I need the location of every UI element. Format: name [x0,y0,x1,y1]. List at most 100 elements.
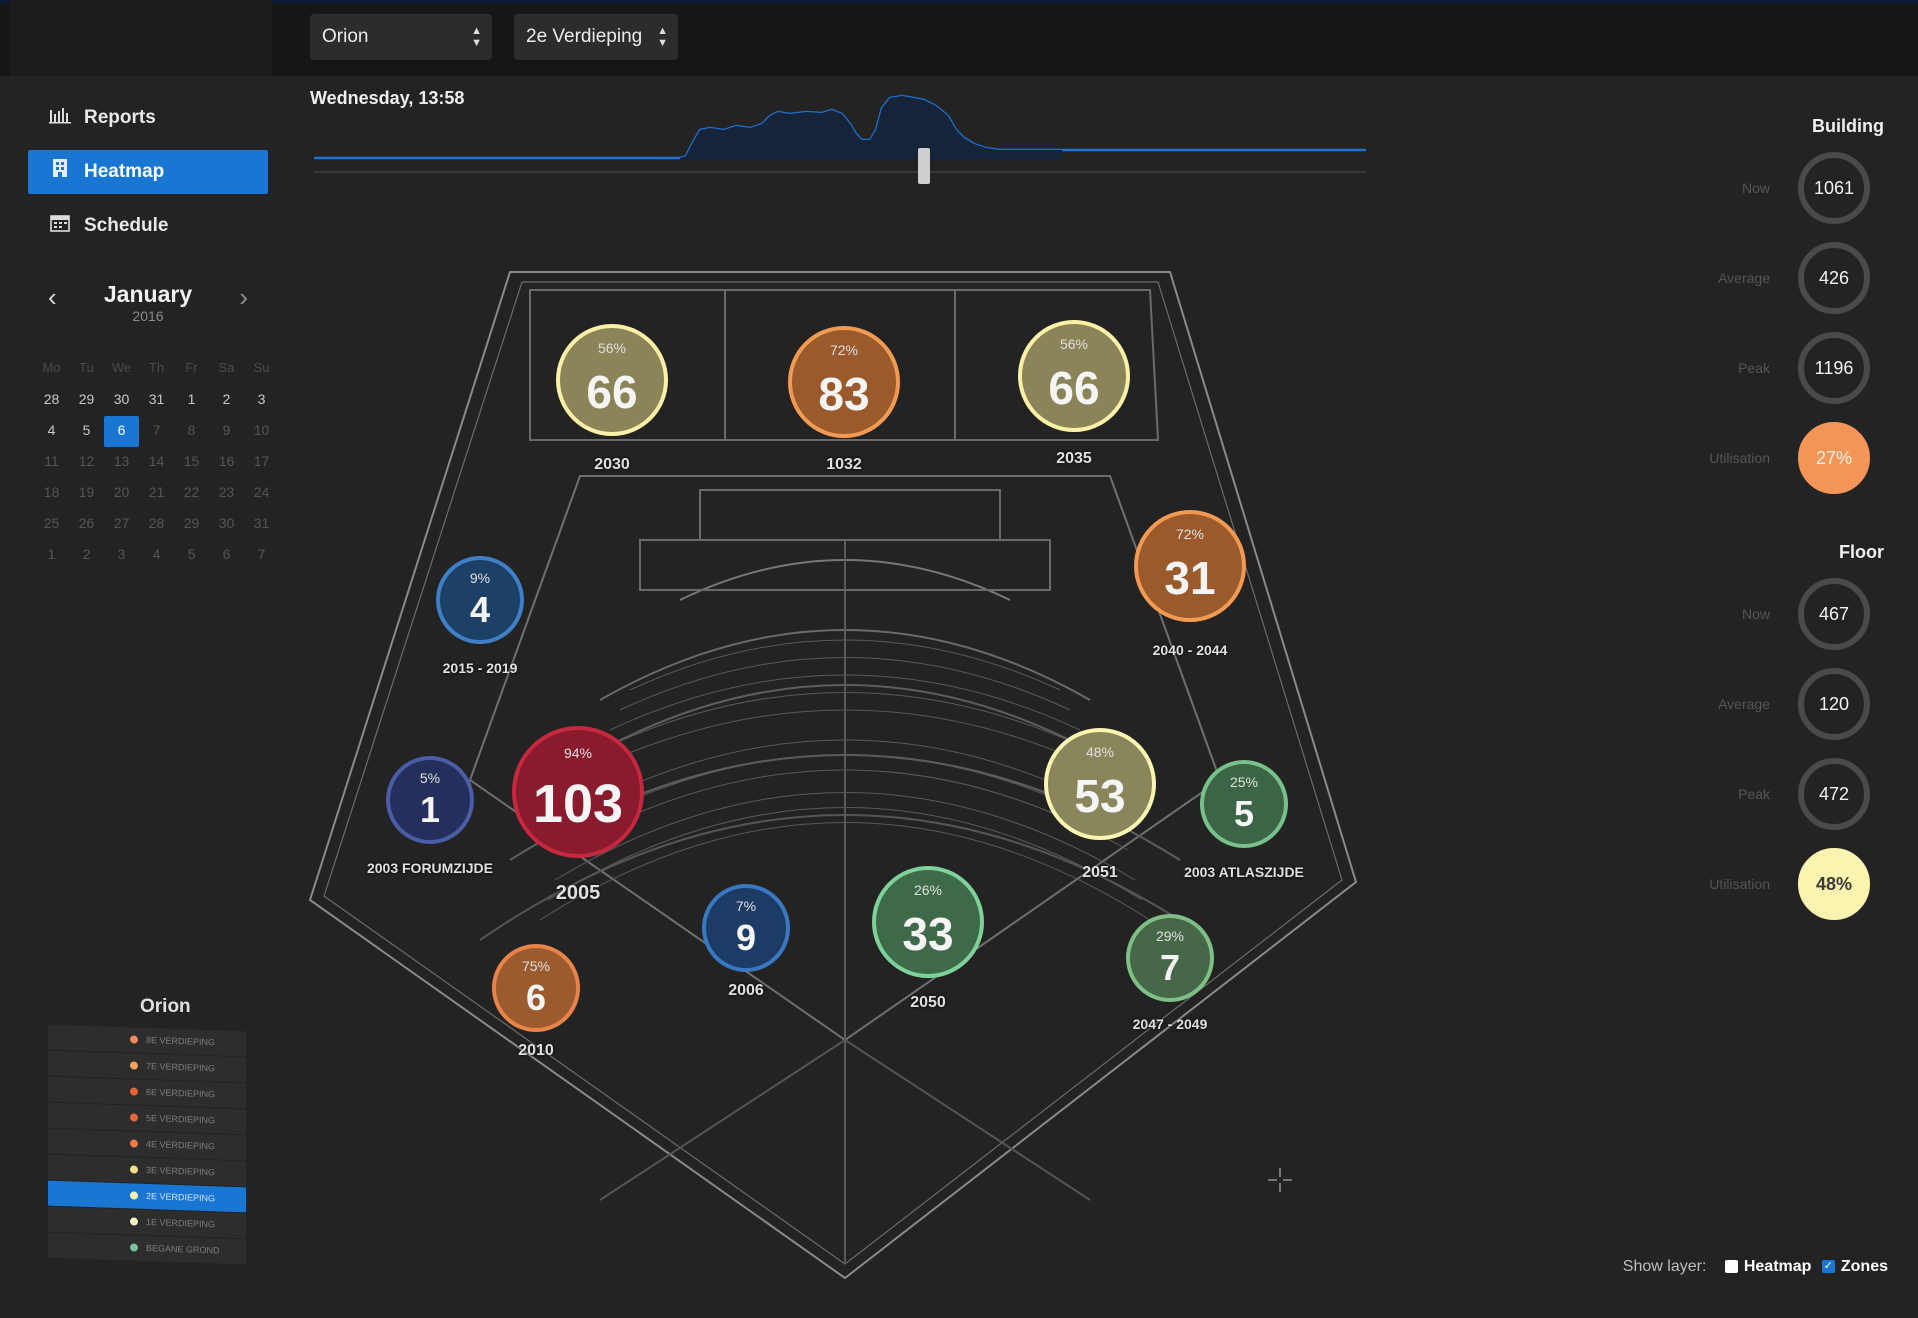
nav-item-reports[interactable]: Reports [28,96,268,140]
calendar-day[interactable]: 3 [244,385,279,416]
calendar-day[interactable]: 23 [209,478,244,509]
zone-count: 31 [1164,552,1216,604]
calendar-day[interactable]: 30 [209,509,244,540]
zones-layer-label[interactable]: Zones [1841,1258,1888,1275]
chevron-left-icon[interactable]: ‹ [48,282,57,313]
zone-count: 83 [818,368,870,420]
calendar-day[interactable]: 22 [174,478,209,509]
zone-bubble[interactable]: 26% 33 [872,866,984,978]
calendar-day[interactable]: 31 [139,385,174,416]
calendar-day[interactable]: 29 [69,385,104,416]
calendar-weekday: Sa [218,360,235,375]
calendar-day[interactable]: 31 [244,509,279,540]
calendar-week-row: 28 29 30 31 1 2 3 [34,385,280,416]
building-icon [48,150,72,194]
calendar-day[interactable]: 6 [209,540,244,571]
stat-row: Average 426 [1636,242,1896,320]
calendar-day[interactable]: 12 [69,447,104,478]
calendar-day[interactable]: 17 [244,447,279,478]
heatmap-checkbox[interactable] [1724,1260,1738,1274]
zone-bubble[interactable]: 25% 5 [1200,760,1288,848]
calendar: ‹ January 2016 › Mo Tu We Th Fr Sa Su 28 29 30 31 1… [28,276,269,562]
zone-bubble[interactable]: 75% 6 [492,944,580,1032]
zone-bubble[interactable]: 29% 7 [1126,914,1214,1002]
layer-toggle: Show layer: Heatmap ✓ Zones [1623,1258,1894,1276]
stat-row: Peak 1196 [1636,332,1896,410]
calendar-day[interactable]: 5 [174,540,209,571]
calendar-day[interactable]: 1 [174,385,209,416]
calendar-day[interactable]: 10 [244,416,279,447]
stat-value: 467 [1798,578,1870,650]
floor-stack: 8E VERDIEPING 7E VERDIEPING 6E VERDIEPING 5… [48,1024,246,1265]
zone-count: 103 [532,774,624,834]
top-bar [0,0,1918,76]
chevron-right-icon[interactable]: › [239,282,248,313]
calendar-day[interactable]: 18 [34,478,69,509]
zones-checkbox[interactable]: ✓ [1821,1260,1835,1274]
floor-status-dot [130,1087,138,1096]
sidebar-nav: Reports Heatmap Schedule [28,96,268,258]
calendar-icon [48,204,72,248]
calendar-day[interactable]: 28 [139,509,174,540]
calendar-day[interactable]: 5 [69,416,104,447]
zone-bubble[interactable]: 56% 66 [1018,320,1130,432]
calendar-day[interactable]: 27 [104,509,139,540]
floor-status-dot [130,1113,138,1122]
building-select[interactable]: Orion ▲ ▼ [310,14,492,60]
zone-label: 2050 [910,994,946,1011]
zone-bubble[interactable]: 56% 66 [556,324,668,436]
occupancy-timeline[interactable] [310,86,1370,190]
zone-utilisation: 25% [1229,774,1259,790]
stat-label: Utilisation [1709,450,1770,466]
zone-bubble[interactable]: 7% 9 [702,884,790,972]
calendar-day[interactable]: 20 [104,478,139,509]
calendar-day[interactable]: 16 [209,447,244,478]
calendar-day[interactable]: 7 [244,540,279,571]
zone-utilisation: 7% [735,898,757,914]
calendar-day[interactable]: 7 [139,416,174,447]
floor-select[interactable]: 2e Verdieping ▲ ▼ [514,14,678,60]
calendar-day[interactable]: 1 [34,540,69,571]
calendar-day[interactable]: 24 [244,478,279,509]
calendar-day[interactable]: 19 [69,478,104,509]
zone-bubble[interactable]: 5% 1 [386,756,474,844]
calendar-day[interactable]: 28 [34,385,69,416]
nav-item-heatmap[interactable]: Heatmap [28,150,268,194]
zone-label: 2006 [728,982,764,999]
calendar-day[interactable]: 29 [174,509,209,540]
calendar-day[interactable]: 26 [69,509,104,540]
calendar-day[interactable]: 2 [69,540,104,571]
calendar-day[interactable]: 14 [139,447,174,478]
timeline-handle[interactable] [918,148,930,184]
stat-value: 120 [1798,668,1870,740]
zone-bubble[interactable]: 72% 83 [788,326,900,438]
heatmap-layer-label[interactable]: Heatmap [1744,1258,1812,1275]
floor-status-dot [130,1165,138,1174]
calendar-day[interactable]: 21 [139,478,174,509]
zone-count: 66 [586,366,638,418]
calendar-day[interactable]: 8 [174,416,209,447]
nav-item-schedule[interactable]: Schedule [28,204,268,248]
zone-bubble[interactable]: 48% 53 [1044,728,1156,840]
calendar-day[interactable]: 15 [174,447,209,478]
zone-bubble[interactable]: 94% 103 [512,726,644,858]
show-layer-label: Show layer: [1622,1258,1707,1275]
calendar-day[interactable]: 13 [104,447,139,478]
floor-status-dot [130,1139,138,1148]
calendar-day[interactable]: 30 [104,385,139,416]
calendar-day[interactable]: 9 [209,416,244,447]
calendar-day[interactable]: 3 [104,540,139,571]
floor-status-dot [130,1243,138,1252]
calendar-day[interactable]: 4 [34,416,69,447]
stat-row: Utilisation 48% [1636,848,1896,926]
calendar-day[interactable]: 6 [104,416,139,447]
calendar-week-row: 18 19 20 21 22 23 24 [34,478,280,509]
calendar-day[interactable]: 2 [209,385,244,416]
zone-bubble[interactable]: 9% 4 [436,556,524,644]
calendar-day[interactable]: 25 [34,509,69,540]
zone-bubble[interactable]: 72% 31 [1134,510,1246,622]
zone-label: 2040 - 2044 [1152,642,1228,658]
zone-label: 2015 - 2019 [442,660,518,676]
calendar-day[interactable]: 11 [34,447,69,478]
calendar-day[interactable]: 4 [139,540,174,571]
